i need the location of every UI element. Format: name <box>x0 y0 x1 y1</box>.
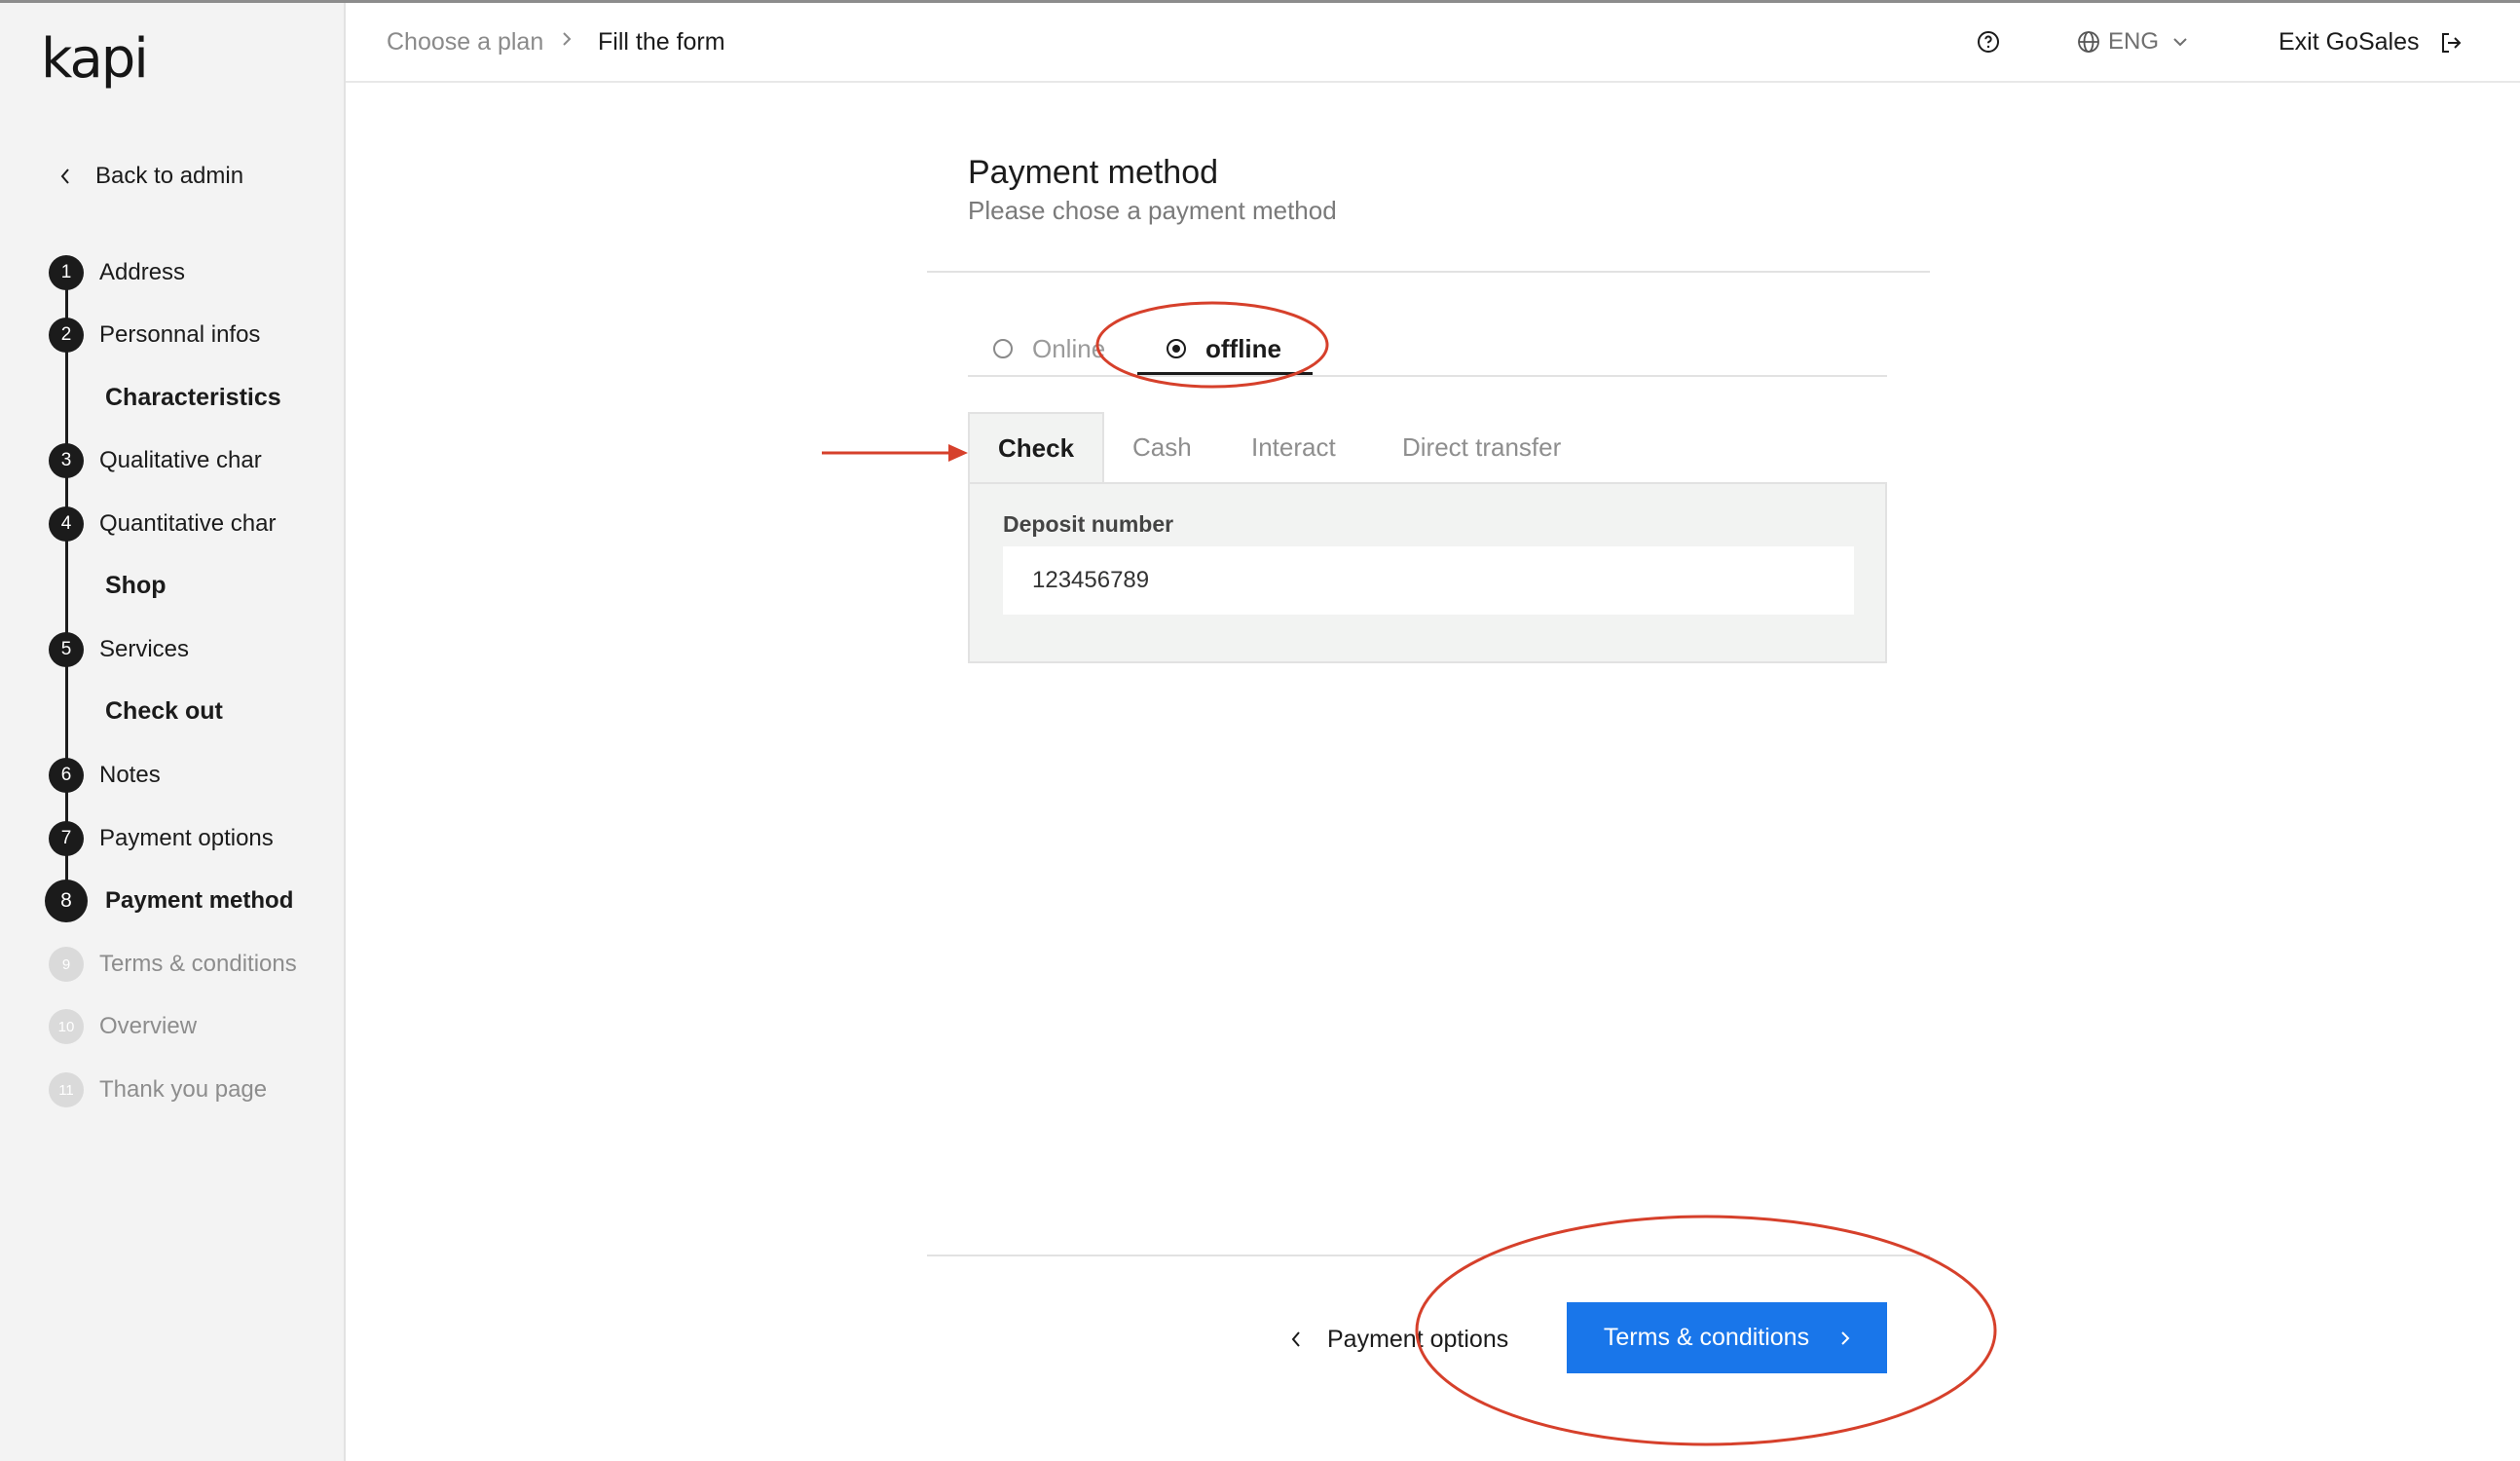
page-title: Payment method <box>968 154 1219 191</box>
deposit-number-input[interactable] <box>1003 546 1854 615</box>
step-number: 10 <box>49 1009 84 1044</box>
back-to-admin-label: Back to admin <box>95 163 244 189</box>
step-personnal-infos[interactable]: 2 Personnal infos <box>0 304 346 366</box>
chevron-right-icon <box>563 32 572 46</box>
step-label: Quantitative char <box>99 510 277 537</box>
top-header: Choose a plan Fill the form ENG Exit GoS… <box>346 3 2520 83</box>
step-number: 6 <box>49 758 84 793</box>
step-number: 2 <box>49 318 84 353</box>
next-step-button[interactable]: Terms & conditions <box>1567 1302 1887 1373</box>
breadcrumb-fill-form: Fill the form <box>598 28 725 56</box>
exit-gosales-button[interactable]: Exit GoSales <box>2279 28 2463 56</box>
step-label: Notes <box>99 762 161 788</box>
annotation-arrow <box>822 444 968 462</box>
step-label: Address <box>99 259 186 285</box>
step-label: Payment method <box>105 887 294 914</box>
step-label: Thank you page <box>99 1076 268 1103</box>
step-address[interactable]: 1 Address <box>0 242 346 304</box>
step-terms-conditions: 9 Terms & conditions <box>0 933 346 995</box>
back-to-admin-link[interactable]: Back to admin <box>51 163 243 190</box>
chevron-left-icon <box>1291 1331 1300 1347</box>
step-quantitative-char[interactable]: 4 Quantitative char <box>0 493 346 555</box>
check-panel: Deposit number <box>968 482 1887 663</box>
step-label: Payment options <box>99 825 274 851</box>
step-overview: 10 Overview <box>0 995 346 1058</box>
step-payment-options[interactable]: 7 Payment options <box>0 807 346 870</box>
step-number: 4 <box>49 506 84 542</box>
tab-cash[interactable]: Cash <box>1132 412 1192 482</box>
language-label: ENG <box>2108 28 2160 55</box>
payment-method-tabs: Check Cash Interact Direct transfer <box>968 412 1887 482</box>
footer-divider <box>927 1255 1930 1256</box>
step-notes[interactable]: 6 Notes <box>0 744 346 806</box>
previous-step-button[interactable]: Payment options <box>1290 1318 1508 1361</box>
section-check-out: Check out <box>105 697 223 725</box>
chevron-down-icon <box>2173 38 2187 47</box>
section-shop: Shop <box>105 572 167 599</box>
chevron-left-icon <box>51 168 80 185</box>
globe-icon <box>2078 31 2099 53</box>
step-label: Personnal infos <box>99 321 261 348</box>
radio-offline[interactable] <box>1167 339 1186 358</box>
radio-online[interactable] <box>993 339 1013 358</box>
tab-direct-transfer[interactable]: Direct transfer <box>1402 412 1561 482</box>
section-characteristics: Characteristics <box>105 384 281 411</box>
step-services[interactable]: 5 Services <box>0 618 346 681</box>
previous-step-label: Payment options <box>1327 1325 1509 1353</box>
language-selector[interactable]: ENG <box>2077 28 2196 56</box>
step-label: Services <box>99 636 190 662</box>
tab-online[interactable]: Online <box>993 323 1105 374</box>
logo: kapi <box>41 27 149 91</box>
step-label: Overview <box>99 1013 198 1039</box>
step-number: 7 <box>49 821 84 856</box>
tab-offline-label: offline <box>1205 333 1281 363</box>
step-number: 5 <box>49 632 84 667</box>
step-label: Terms & conditions <box>99 951 297 977</box>
step-number: 8 <box>45 880 88 922</box>
breadcrumb-choose-plan[interactable]: Choose a plan <box>387 28 543 56</box>
tab-offline[interactable]: offline <box>1167 323 1281 374</box>
step-thank-you-page: 11 Thank you page <box>0 1059 346 1121</box>
sidebar: kapi Back to admin 1 Address 2 Personnal… <box>0 3 346 1461</box>
help-icon[interactable] <box>1977 30 2000 54</box>
next-step-label: Terms & conditions <box>1603 1324 1810 1351</box>
step-qualitative-char[interactable]: 3 Qualitative char <box>0 430 346 492</box>
breadcrumb-separator <box>560 24 574 60</box>
step-number: 1 <box>49 255 84 290</box>
step-number: 9 <box>49 947 84 982</box>
step-label: Qualitative char <box>99 447 262 473</box>
chevron-right-icon <box>1841 1330 1850 1345</box>
tab-interact[interactable]: Interact <box>1251 412 1336 482</box>
step-payment-method[interactable]: 8 Payment method <box>0 870 346 932</box>
tab-online-label: Online <box>1032 333 1106 363</box>
step-number: 11 <box>49 1072 84 1107</box>
exit-label: Exit GoSales <box>2279 28 2420 56</box>
step-number: 3 <box>49 443 84 478</box>
deposit-number-label: Deposit number <box>1003 511 1174 537</box>
exit-icon <box>2441 32 2461 53</box>
divider <box>927 271 1930 273</box>
divider <box>968 375 1887 377</box>
page-subtitle: Please chose a payment method <box>968 196 1337 225</box>
tab-check[interactable]: Check <box>968 412 1104 482</box>
